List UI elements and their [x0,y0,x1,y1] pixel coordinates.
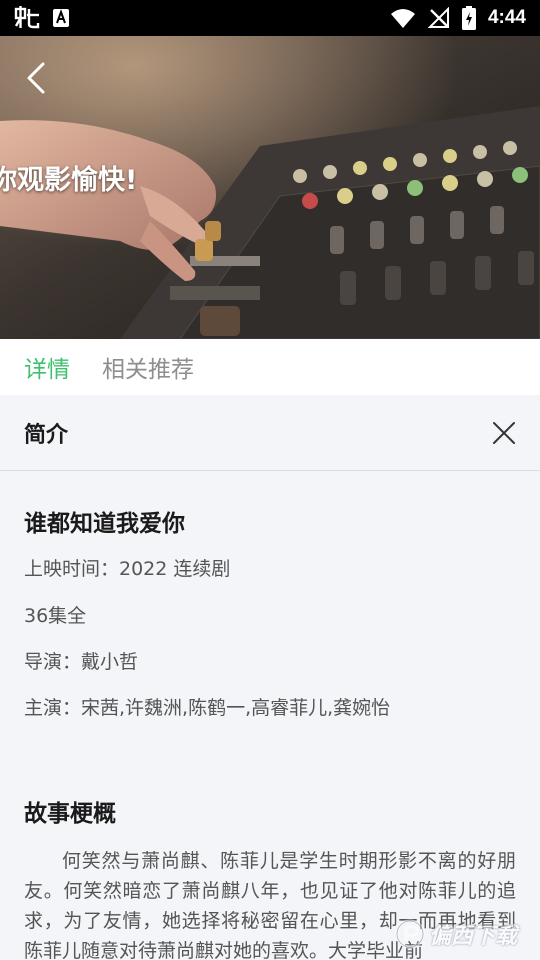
release-info: 上映时间：2022 连续剧 [24,558,231,580]
wifi-icon [390,7,416,29]
panel-title: 简介 [24,422,69,448]
watermark-text: 偏西下载 [429,924,518,949]
close-button[interactable] [486,415,522,451]
status-right: 4:44 [390,6,526,30]
episode-count: 36集全 [24,605,87,627]
font-a-icon [52,8,70,28]
chevron-left-icon [27,62,45,94]
watermark: 偏西下载 [395,908,540,960]
intro-panel-header: 简介 [0,395,540,471]
intro-panel-body: 谁都知道我爱你 上映时间：2022 连续剧 36集全 导演：戴小哲 主演：宋茜,… [0,472,540,960]
director-info: 导演：戴小哲 [24,651,139,673]
synopsis-title: 故事梗概 [24,801,116,827]
cast-info: 主演：宋茜,许魏洲,陈鹤一,高睿菲儿,龚婉怡 [24,697,391,719]
close-icon [493,421,515,444]
video-player[interactable]: 你观影愉快! [0,36,540,339]
tab-related[interactable]: 相关推荐 [102,350,194,384]
bug-icon [14,6,40,30]
watermark-logo-icon [395,919,425,949]
tab-bar: 详情 相关推荐 [0,339,540,395]
status-time: 4:44 [487,7,526,28]
no-signal-icon [427,7,450,29]
show-title: 谁都知道我爱你 [24,511,185,537]
tab-details[interactable]: 详情 [24,350,70,384]
video-caption: 你观影愉快! [0,165,138,196]
status-bar: 4:44 [0,0,540,36]
battery-charging-icon [461,6,476,30]
back-button[interactable] [14,56,58,100]
status-left [14,6,70,30]
